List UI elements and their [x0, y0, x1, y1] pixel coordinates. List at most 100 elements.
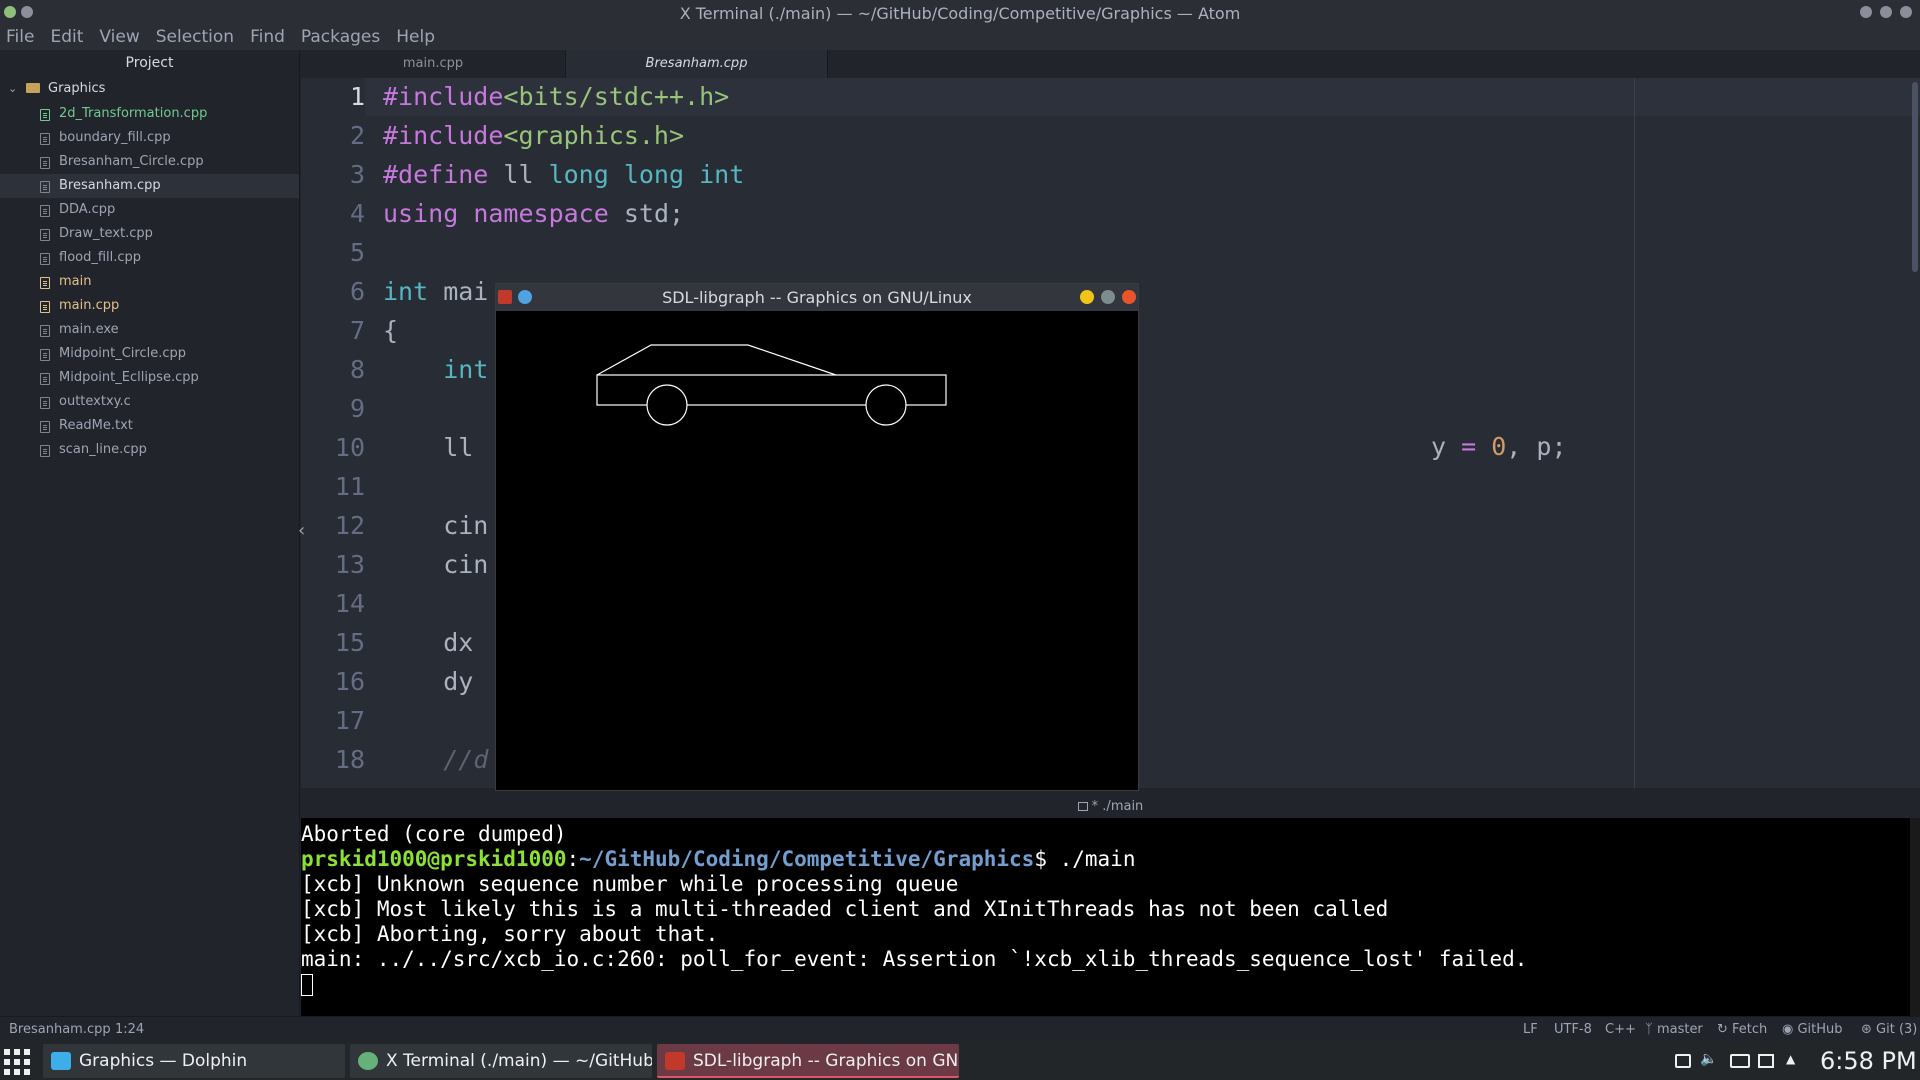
sdl-graphics-window[interactable]: SDL-libgraph -- Graphics on GNU/Linux [495, 283, 1139, 791]
clipboard-icon[interactable] [1675, 1054, 1691, 1068]
code-line: int mai [383, 277, 489, 306]
chevron-down-icon[interactable]: ⌄ [8, 76, 20, 102]
file-item[interactable]: DDA.cpp [0, 198, 299, 222]
window-titlebar: X Terminal (./main) — ~/GitHub/Coding/Co… [0, 0, 1920, 26]
close-button[interactable] [1900, 6, 1912, 18]
file-name: boundary_fill.cpp [59, 130, 171, 145]
file-item[interactable]: ReadMe.txt [0, 414, 299, 438]
file-item[interactable]: scan_line.cpp [0, 438, 299, 462]
line-number: 2 [349, 121, 365, 150]
file-icon [40, 421, 50, 433]
status-cursor-position[interactable]: 1:24 [115, 1022, 144, 1037]
line-number: 8 [349, 355, 365, 384]
terminal-output[interactable]: Aborted (core dumped) prskid1000@prskid1… [301, 818, 1910, 1016]
line-number: 3 [349, 160, 365, 189]
git-icon: ⊛ [1861, 1022, 1877, 1037]
file-item[interactable]: Midpoint_Ecllipse.cpp [0, 366, 299, 390]
car-roof [596, 344, 837, 376]
github-icon: ◉ [1782, 1022, 1798, 1037]
folder-icon [51, 1052, 71, 1070]
code-line: int [443, 355, 489, 384]
maximize-button[interactable] [1101, 290, 1115, 304]
file-item[interactable]: outtextxy.c [0, 390, 299, 414]
app-launcher-icon[interactable] [4, 1049, 34, 1075]
file-item[interactable]: Bresanham_Circle.cpp [0, 150, 299, 174]
menu-edit[interactable]: Edit [50, 26, 83, 50]
code-line: { [383, 316, 399, 345]
taskbar: Graphics — Dolphin X Terminal (./main) —… [0, 1042, 1920, 1080]
task-atom[interactable]: X Terminal (./main) — ~/GitHub/C... [350, 1044, 652, 1078]
graphics-canvas[interactable] [496, 311, 1138, 790]
status-grammar[interactable]: C++ [1605, 1022, 1636, 1037]
file-icon [40, 181, 50, 193]
terminal-scrollbar[interactable] [1910, 818, 1920, 1016]
menu-help[interactable]: Help [396, 26, 435, 50]
file-name: ReadMe.txt [59, 418, 133, 433]
code-line: using namespace std; [383, 199, 685, 228]
file-icon [40, 277, 50, 289]
minimize-button[interactable] [1860, 6, 1872, 18]
tab-bresanham-cpp[interactable]: Bresanham.cpp [566, 50, 828, 78]
status-git-button[interactable]: ⊛ Git (3) [1861, 1022, 1917, 1037]
line-number: 7 [349, 316, 365, 345]
line-number: 18 [334, 745, 365, 774]
code-line: #include<bits/stdc++.h> [383, 82, 730, 111]
tray-expand-icon[interactable]: ▲ [1786, 1052, 1802, 1066]
project-tree-panel: Project ⌄ Graphics 2d_Transformation.cppb… [0, 50, 300, 1016]
status-git-branch[interactable]: ᛉ master [1645, 1022, 1703, 1037]
file-icon [40, 373, 50, 385]
file-item[interactable]: 2d_Transformation.cpp [0, 102, 299, 126]
file-name: main [59, 274, 92, 289]
file-item[interactable]: main.exe [0, 318, 299, 342]
file-name: outtextxy.c [59, 394, 131, 409]
status-github-button[interactable]: ◉ GitHub [1782, 1022, 1843, 1037]
project-panel-title: Project [125, 55, 174, 71]
line-number: 9 [349, 394, 365, 423]
file-icon [40, 229, 50, 241]
menu-packages[interactable]: Packages [301, 26, 380, 50]
menu-file[interactable]: File [6, 26, 34, 50]
editor-scrollbar[interactable] [1912, 82, 1918, 272]
tab-main-cpp[interactable]: main.cpp [301, 50, 566, 78]
car-drawing [596, 344, 947, 426]
status-file-name[interactable]: Bresanham.cpp [9, 1022, 111, 1037]
line-number: 17 [334, 706, 365, 735]
terminal-tab-title[interactable]: * ./main [301, 796, 1920, 818]
code-fragment: y = 0, p; [1431, 432, 1567, 461]
battery-icon[interactable] [1730, 1054, 1750, 1068]
terminal-line: [xcb] Aborting, sorry about that. [301, 922, 719, 946]
status-fetch-button[interactable]: ↻ Fetch [1717, 1022, 1767, 1037]
network-icon[interactable] [1758, 1054, 1774, 1068]
file-item[interactable]: boundary_fill.cpp [0, 126, 299, 150]
file-item[interactable]: Bresanham.cpp [0, 174, 299, 198]
terminal-line: [xcb] Unknown sequence number while proc… [301, 872, 959, 896]
maximize-button[interactable] [1880, 6, 1892, 18]
code-line: cin [383, 550, 489, 579]
file-item[interactable]: Draw_text.cpp [0, 222, 299, 246]
chevron-left-icon[interactable]: ‹ [298, 520, 305, 541]
status-line-ending[interactable]: LF [1523, 1022, 1538, 1037]
status-encoding[interactable]: UTF-8 [1554, 1022, 1592, 1037]
task-sdl-window[interactable]: SDL-libgraph -- Graphics on GNU/... [657, 1044, 959, 1078]
file-icon [40, 157, 50, 169]
file-list: 2d_Transformation.cpp boundary_fill.cpp Br… [0, 102, 299, 462]
menu-view[interactable]: View [99, 26, 139, 50]
file-item[interactable]: main [0, 270, 299, 294]
file-item[interactable]: flood_fill.cpp [0, 246, 299, 270]
file-name: Bresanham_Circle.cpp [59, 154, 204, 169]
sdl-window-title: SDL-libgraph -- Graphics on GNU/Linux [662, 288, 972, 307]
volume-icon[interactable]: 🔈 [1700, 1051, 1717, 1067]
task-dolphin[interactable]: Graphics — Dolphin [43, 1044, 345, 1078]
line-number: 19 [301, 784, 365, 788]
minimize-button[interactable] [1080, 290, 1094, 304]
close-button[interactable] [1122, 290, 1136, 304]
menu-find[interactable]: Find [250, 26, 285, 50]
prompt-command: $ ./main [1034, 847, 1136, 871]
file-item[interactable]: Midpoint_Circle.cpp [0, 342, 299, 366]
clock[interactable]: 6:58 PM [1820, 1047, 1917, 1075]
menu-bar: File Edit View Selection Find Packages H… [0, 26, 1920, 50]
tree-root-folder[interactable]: ⌄ Graphics [0, 76, 299, 102]
file-icon [40, 205, 50, 217]
file-item[interactable]: main.cpp [0, 294, 299, 318]
menu-selection[interactable]: Selection [156, 26, 234, 50]
